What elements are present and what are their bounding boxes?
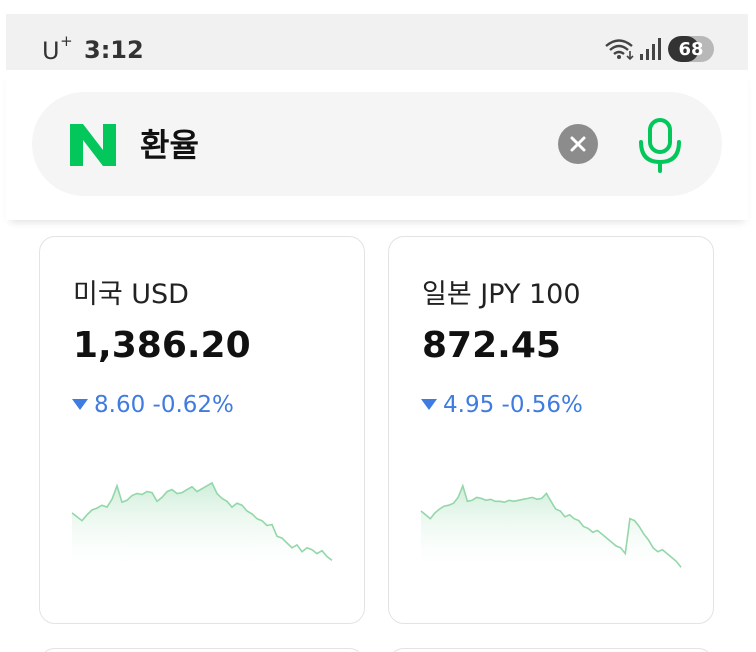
triangle-down-icon xyxy=(421,399,437,410)
microphone-icon xyxy=(639,118,681,173)
exchange-card-jpy[interactable]: 일본 JPY 100 872.45 4.95 -0.56% xyxy=(388,236,714,624)
exchange-card-peek[interactable] xyxy=(39,648,365,652)
rate-change: 8.60 -0.62% xyxy=(72,392,234,418)
sparkline-area xyxy=(72,482,332,575)
exchange-rate: 872.45 xyxy=(422,325,561,366)
sparkline-chart xyxy=(420,483,682,575)
clock: 3:12 xyxy=(84,36,144,64)
carrier-label: U+ xyxy=(42,32,74,65)
clear-button[interactable] xyxy=(558,124,598,164)
change-amount: 4.95 xyxy=(443,392,495,418)
close-icon xyxy=(570,136,586,152)
rate-change: 4.95 -0.56% xyxy=(421,392,583,418)
battery-indicator: 68 xyxy=(668,36,714,62)
change-percent: -0.62% xyxy=(152,392,234,418)
screen: U+ 3:12 68 환율 미국 USD 1,386.20 8.60 -0.62… xyxy=(0,0,756,652)
change-amount: 8.60 xyxy=(94,392,146,418)
naver-logo-icon[interactable] xyxy=(70,124,116,166)
exchange-card-usd[interactable]: 미국 USD 1,386.20 8.60 -0.62% xyxy=(39,236,365,624)
change-percent: -0.56% xyxy=(501,392,583,418)
search-box[interactable] xyxy=(32,92,722,196)
wifi-icon xyxy=(605,39,634,61)
triangle-down-icon xyxy=(72,399,88,410)
search-header xyxy=(6,70,748,220)
exchange-card-peek[interactable] xyxy=(388,648,714,652)
signal-icon xyxy=(640,38,661,60)
currency-name: 미국 USD xyxy=(73,279,189,310)
exchange-rate: 1,386.20 xyxy=(73,325,251,366)
currency-name: 일본 JPY 100 xyxy=(422,279,581,310)
voice-search-button[interactable] xyxy=(628,112,692,176)
sparkline-chart xyxy=(71,481,333,575)
battery-level: 68 xyxy=(678,38,704,60)
status-bar: U+ 3:12 xyxy=(6,14,748,70)
search-input[interactable] xyxy=(140,118,540,168)
